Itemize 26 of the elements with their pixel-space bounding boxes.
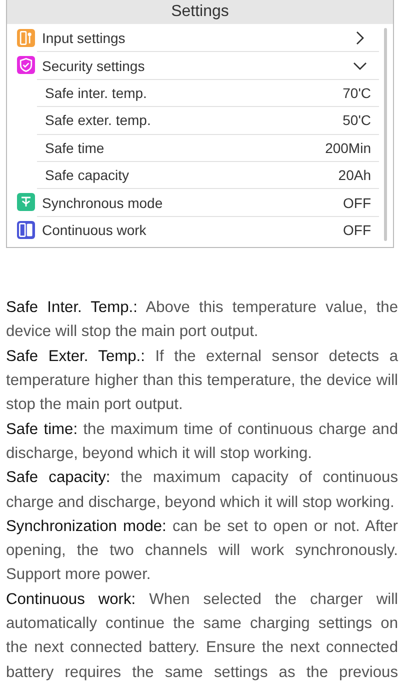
scrollbar[interactable] xyxy=(384,28,387,242)
setting-value: 50'C xyxy=(342,112,372,128)
shield-icon xyxy=(17,56,35,74)
paragraph: Safe Exter. Temp.: If the external sensor detects a temperature higher than this temperature, the device will stop the main port output. xyxy=(6,346,398,416)
setting-label: Continuous work xyxy=(41,222,148,238)
setting-label: Synchronous mode xyxy=(41,194,164,211)
paragraph: Synchronization mode: can be set to open or not. After opening, the two channels will work synchronously. Support more power. xyxy=(6,516,398,586)
input-icon xyxy=(17,29,35,47)
setting-label: Security settings xyxy=(41,58,146,74)
setting-value: OFF xyxy=(343,222,372,238)
setting-value: 70'C xyxy=(342,84,372,101)
setting-value: 20Ah xyxy=(338,167,372,184)
setting-label: Safe exter. temp. xyxy=(44,112,152,128)
paragraph: Safe Inter. Temp.: Above this temperature value, the device will stop the main port output. xyxy=(6,298,398,342)
setting-label: Safe time xyxy=(44,140,106,156)
battery-icon xyxy=(17,220,35,239)
paragraph: Safe time: the maximum time of continuous charge and discharge, beyond which it will stop working. xyxy=(6,420,398,464)
setting-label: Safe capacity xyxy=(44,167,130,184)
screen-title: Settings xyxy=(7,0,393,24)
paragraph: Safe capacity: the maximum capacity of continuous charge and discharge, beyond which it will stop working. xyxy=(6,468,398,512)
setting-label: Input settings xyxy=(41,30,126,46)
setting-value: 200Min xyxy=(325,140,372,156)
setting-value: OFF xyxy=(343,194,372,211)
setting-label: Safe inter. temp. xyxy=(44,84,148,101)
paragraph: Continuous work: When selected the charger will automatically continue the same charging settings on the next connected battery. Ensure the next connected battery requires the same settings as the previous xyxy=(6,590,398,682)
sync-icon xyxy=(17,193,35,212)
